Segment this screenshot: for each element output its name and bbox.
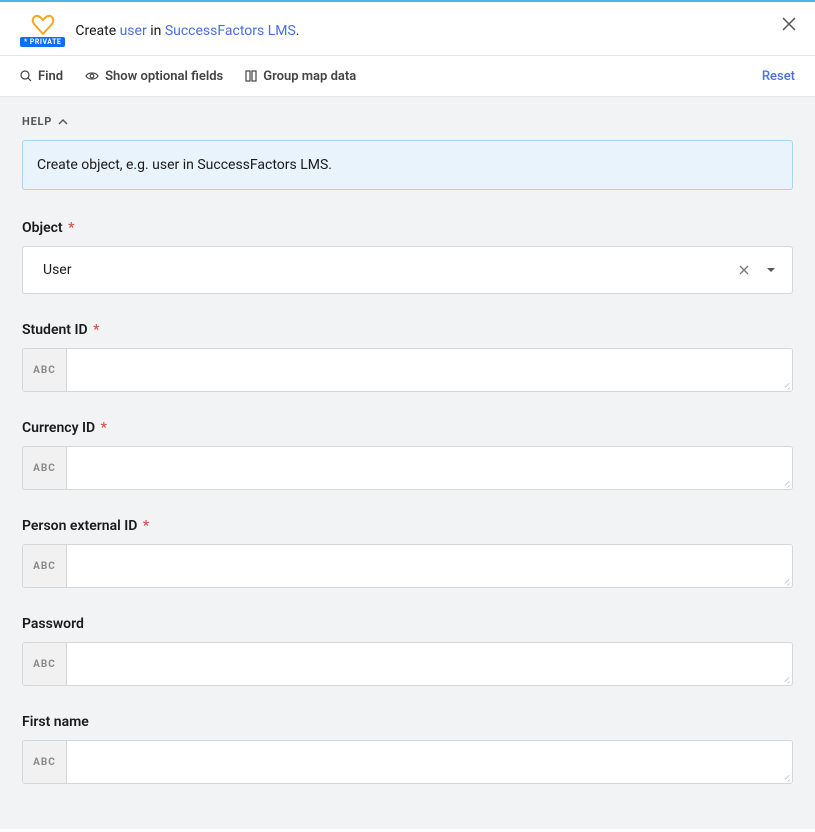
currency-id-label: Currency ID *	[22, 420, 793, 436]
dialog-title: Create user in SuccessFactors LMS.	[75, 23, 299, 39]
field-first-name: First name ABC	[22, 714, 793, 784]
find-button[interactable]: Find	[20, 69, 63, 84]
show-optional-label: Show optional fields	[105, 69, 223, 84]
object-select[interactable]: User	[22, 246, 793, 294]
type-badge-abc: ABC	[23, 741, 67, 783]
dialog-header: * PRIVATE Create user in SuccessFactors …	[0, 2, 815, 55]
reset-button[interactable]: Reset	[762, 69, 795, 84]
required-marker: *	[97, 420, 107, 436]
help-toggle[interactable]: HELP	[22, 115, 793, 128]
heart-icon	[31, 14, 55, 36]
group-map-label: Group map data	[263, 69, 356, 84]
eye-icon	[85, 70, 99, 82]
group-map-button[interactable]: Group map data	[245, 69, 356, 84]
clear-icon[interactable]	[738, 264, 750, 276]
first-name-input[interactable]	[67, 741, 792, 783]
required-marker: *	[139, 518, 149, 534]
columns-icon	[245, 70, 257, 82]
field-currency-id: Currency ID * ABC	[22, 420, 793, 490]
student-id-label: Student ID *	[22, 322, 793, 338]
field-password: Password ABC	[22, 616, 793, 686]
currency-id-input[interactable]	[67, 447, 792, 489]
app-logo-block: * PRIVATE	[20, 14, 65, 47]
type-badge-abc: ABC	[23, 349, 67, 391]
required-marker: *	[90, 322, 100, 338]
title-service-link[interactable]: SuccessFactors LMS	[165, 23, 296, 39]
search-icon	[20, 70, 32, 82]
field-object: Object * User	[22, 220, 793, 294]
close-button[interactable]	[781, 16, 797, 36]
title-user-link[interactable]: user	[120, 23, 147, 39]
type-badge-abc: ABC	[23, 545, 67, 587]
chevron-up-icon	[58, 119, 68, 125]
password-label: Password	[22, 616, 793, 632]
private-badge: * PRIVATE	[20, 37, 65, 47]
help-text-box: Create object, e.g. user in SuccessFacto…	[22, 140, 793, 190]
password-input[interactable]	[67, 643, 792, 685]
required-marker: *	[65, 220, 75, 236]
find-label: Find	[38, 69, 63, 84]
object-value: User	[39, 262, 738, 278]
student-id-input[interactable]	[67, 349, 792, 391]
type-badge-abc: ABC	[23, 447, 67, 489]
chevron-down-icon[interactable]	[766, 267, 776, 273]
content-area: HELP Create object, e.g. user in Success…	[0, 97, 815, 829]
person-external-id-label: Person external ID *	[22, 518, 793, 534]
person-external-id-input[interactable]	[67, 545, 792, 587]
toolbar: Find Show optional fields Group map data…	[0, 55, 815, 97]
first-name-label: First name	[22, 714, 793, 730]
help-label: HELP	[22, 115, 52, 128]
show-optional-button[interactable]: Show optional fields	[85, 69, 223, 84]
object-label: Object *	[22, 220, 793, 236]
close-icon	[781, 16, 797, 32]
field-person-external-id: Person external ID * ABC	[22, 518, 793, 588]
type-badge-abc: ABC	[23, 643, 67, 685]
field-student-id: Student ID * ABC	[22, 322, 793, 392]
